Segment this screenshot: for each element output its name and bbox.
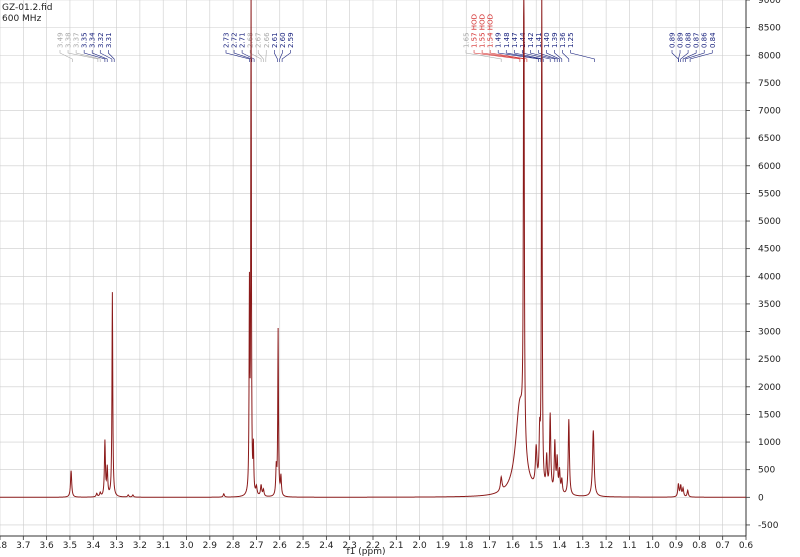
y-tick-label: 5500 [758, 189, 781, 199]
peak-label: 1.48 [503, 32, 511, 48]
x-tick-label: 1.2 [599, 541, 613, 551]
peak-label: 3.35 [81, 32, 89, 48]
peak-label: 0.86 [701, 32, 709, 48]
file-name: GZ-01.2.fid [2, 3, 53, 13]
peak-label: 2.71 [239, 32, 247, 48]
y-tick-label: -500 [758, 521, 779, 531]
peak-label: 1.49 [495, 32, 503, 48]
y-tick-label: 3000 [758, 328, 781, 338]
peak-label: 0.88 [685, 32, 693, 48]
peak-label: 2.60 [279, 32, 287, 48]
x-tick-label: 3.8 [0, 541, 7, 551]
x-tick-label: 3.6 [39, 541, 54, 551]
y-tick-label: 2000 [758, 383, 781, 393]
peak-label: 1.25 [567, 32, 575, 48]
peak-label: 3.32 [97, 32, 105, 48]
x-tick-label: 0.6 [739, 541, 754, 551]
y-tick-label: 8500 [758, 24, 781, 34]
y-tick-label: 4000 [758, 272, 781, 282]
x-tick-label: 1.5 [529, 541, 543, 551]
y-tick-label: 1500 [758, 410, 781, 420]
peak-label: 1.39 [551, 32, 559, 48]
chart-background [0, 0, 800, 557]
y-tick-label: 6000 [758, 162, 781, 172]
peak-label: 1.54 HOD [487, 14, 495, 48]
x-tick-label: 0.9 [669, 541, 684, 551]
peak-label: 2.59 [287, 32, 295, 48]
x-tick-label: 1.9 [436, 541, 451, 551]
peak-label: 3.31 [105, 32, 113, 48]
y-tick-label: 8000 [758, 51, 781, 61]
y-tick-label: 6500 [758, 134, 781, 144]
peak-label: 1.55 HOD [479, 14, 487, 48]
x-tick-label: 2.8 [226, 541, 241, 551]
y-tick-label: 0 [758, 493, 764, 503]
peak-label: 3.38 [65, 32, 73, 48]
x-tick-label: 3.7 [16, 541, 30, 551]
y-tick-label: 2500 [758, 355, 781, 365]
spectrometer-frequency: 600 MHz [2, 14, 42, 24]
peak-label: 1.44 [519, 32, 527, 48]
x-tick-label: 1.6 [506, 541, 521, 551]
peak-label: 1.47 [511, 32, 519, 48]
nmr-spectrum-chart: 3.8 3.7 3.6 3.5 3.4 3.3 3.2 3.1 3.0 2.9 2.8 2.7 2.6 2… [0, 0, 800, 557]
x-tick-label: 3.5 [63, 541, 77, 551]
x-tick-label: 3.0 [179, 541, 194, 551]
x-tick-label: 3.4 [86, 541, 101, 551]
peak-label: 2.66 [263, 32, 271, 48]
x-tick-label: 2.1 [389, 541, 403, 551]
x-tick-label: 1.7 [482, 541, 496, 551]
y-tick-label: 7500 [758, 79, 781, 89]
peak-label: 1.65 [463, 32, 471, 48]
peak-label: 0.87 [693, 32, 701, 48]
x-tick-label: 0.7 [716, 541, 730, 551]
y-tick-label: 1000 [758, 438, 781, 448]
peak-label: 2.72 [231, 32, 239, 48]
x-tick-label: 2.0 [412, 541, 427, 551]
x-tick-label: 1.3 [576, 541, 590, 551]
x-tick-label: 1.1 [622, 541, 636, 551]
x-tick-label: 3.1 [156, 541, 170, 551]
peak-label: 2.67 [255, 32, 263, 48]
y-tick-label: 3500 [758, 300, 781, 310]
y-tick-label: 5000 [758, 217, 781, 227]
x-tick-label: 2.6 [273, 541, 288, 551]
peak-label: 1.36 [559, 32, 567, 48]
peak-label: 1.57 HOD [471, 14, 479, 48]
peak-label: 2.73 [223, 32, 231, 48]
x-tick-label: 1.4 [552, 541, 567, 551]
peak-label: 3.37 [73, 32, 81, 48]
x-axis-title: f1 (ppm) [347, 547, 386, 557]
x-tick-label: 3.3 [109, 541, 123, 551]
y-tick-label: 4500 [758, 245, 781, 255]
x-tick-label: 3.2 [133, 541, 147, 551]
x-tick-label: 2.9 [203, 541, 218, 551]
y-tick-label: 500 [758, 466, 775, 476]
peak-label: 0.84 [709, 32, 717, 48]
peak-label: 3.34 [89, 32, 97, 48]
y-tick-label: 9000 [758, 0, 781, 6]
x-tick-label: 2.5 [296, 541, 310, 551]
peak-label: 3.49 [57, 32, 65, 48]
peak-label: 0.89 [677, 32, 685, 48]
x-tick-label: 1.8 [459, 541, 474, 551]
y-tick-label: 7000 [758, 107, 781, 117]
x-tick-label: 2.4 [319, 541, 334, 551]
x-tick-label: 2.7 [249, 541, 263, 551]
peak-label: 0.89 [669, 32, 677, 48]
peak-label: 1.42 [527, 32, 535, 48]
x-tick-label: 0.8 [692, 541, 707, 551]
peak-label: 1.40 [543, 32, 551, 48]
x-tick-label: 1.0 [646, 541, 661, 551]
peak-label: 2.61 [271, 32, 279, 48]
